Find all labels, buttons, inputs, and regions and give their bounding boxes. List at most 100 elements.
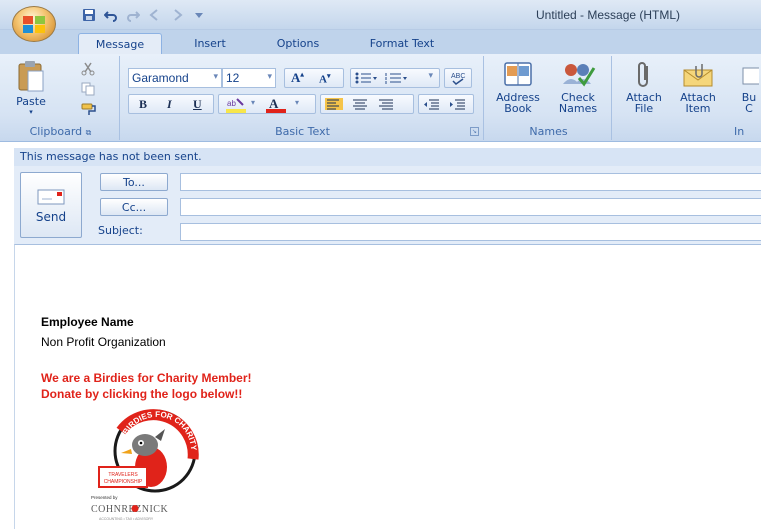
window-title: Untitled - Message (HTML)	[536, 8, 681, 22]
logo-sponsor: COHNREZNICK	[91, 504, 168, 515]
employee-name: Employee Name	[41, 315, 134, 329]
paste-button[interactable]: Paste ▾	[8, 60, 54, 118]
clipboard-group-label: Clipboard ⧉	[29, 125, 92, 138]
highlight-icon[interactable]: ab	[225, 97, 249, 113]
to-button[interactable]: To...	[100, 173, 168, 191]
numbering-icon[interactable]	[385, 72, 407, 84]
message-header: Send To... Cc... Subject:	[14, 166, 761, 244]
spelling-icon: ABC	[451, 73, 465, 85]
paperclip-icon	[638, 62, 648, 87]
check-names-icon	[563, 64, 596, 87]
font-name-value: Garamond	[132, 71, 189, 85]
tab-options[interactable]: Options	[264, 33, 332, 54]
underline-button[interactable]: U	[193, 97, 202, 112]
alignment-buttons	[320, 94, 414, 114]
paste-dropdown-arrow-icon[interactable]: ▾	[8, 107, 54, 118]
cc-button[interactable]: Cc...	[100, 198, 168, 216]
address-book-label-2: Book	[504, 102, 532, 115]
font-size-combo[interactable]: 12 ▾	[222, 68, 276, 88]
cut-icon[interactable]	[80, 62, 96, 76]
list-more-icon[interactable]: ▾	[428, 71, 433, 81]
previous-item-icon[interactable]	[148, 8, 162, 22]
business-card-icon	[742, 67, 761, 85]
align-center-icon[interactable]	[351, 98, 369, 110]
quick-access-toolbar	[82, 5, 206, 25]
increase-indent-icon[interactable]	[449, 98, 467, 110]
tab-insert[interactable]: Insert	[180, 33, 240, 54]
logo-presented-by: Presented by	[91, 495, 118, 500]
attach-item-icon	[683, 64, 713, 87]
basic-text-launcher-icon[interactable]: ↘	[470, 127, 479, 136]
svg-text:ab: ab	[227, 99, 236, 108]
names-group: Address Book Check Names Names	[486, 56, 612, 140]
font-color-icon[interactable]: A	[265, 97, 287, 113]
include-group: Attach File Attach Item Bu C In	[614, 56, 761, 140]
subject-label: Subject:	[98, 224, 143, 237]
ribbon: Paste ▾ Clipboard ⧉ Garamond ▾ 12 ▾ A▴ A…	[0, 54, 761, 142]
tab-format-text[interactable]: Format Text	[352, 33, 452, 54]
font-name-combo[interactable]: Garamond ▾	[128, 68, 222, 88]
font-size-dropdown-icon[interactable]: ▾	[267, 71, 272, 82]
align-right-icon[interactable]	[377, 98, 395, 110]
font-grow-shrink-buttons: A▴ A▾	[284, 68, 344, 88]
office-button[interactable]	[12, 6, 56, 42]
attach-item-label-2: Item	[685, 102, 711, 115]
svg-text:ABC: ABC	[451, 73, 465, 80]
send-icon	[37, 189, 65, 205]
font-name-dropdown-icon[interactable]: ▾	[213, 71, 218, 82]
attach-file-label-2: File	[634, 102, 654, 115]
bullets-icon[interactable]	[355, 72, 377, 84]
highlight-dropdown-icon[interactable]: ▾	[251, 98, 255, 107]
clipboard-group: Paste ▾ Clipboard ⧉	[2, 56, 120, 140]
copy-icon[interactable]	[80, 82, 96, 96]
include-group-label: In	[734, 125, 745, 138]
undo-icon[interactable]	[104, 8, 118, 22]
tab-message[interactable]: Message	[78, 33, 162, 54]
ribbon-tabs: Message Insert Options Format Text	[0, 30, 761, 54]
title-bar: Untitled - Message (HTML)	[0, 0, 761, 30]
paste-label: Paste	[16, 95, 46, 108]
redo-icon[interactable]	[126, 8, 140, 22]
grow-font-icon[interactable]: A▴	[291, 70, 304, 86]
format-painter-icon[interactable]	[80, 102, 98, 116]
styles-button[interactable]: ABC	[444, 68, 472, 88]
paste-icon	[18, 61, 44, 92]
attach-item-button[interactable]: Attach Item	[674, 60, 722, 114]
list-buttons: ▾	[350, 68, 440, 88]
customize-toolbar-icon[interactable]	[192, 8, 206, 22]
send-button[interactable]: Send	[20, 172, 82, 238]
business-card-label-2: C	[745, 102, 753, 114]
address-book-button[interactable]: Address Book	[490, 60, 546, 114]
organization-name: Non Profit Organization	[41, 335, 166, 349]
check-names-button[interactable]: Check Names	[550, 60, 606, 114]
check-names-label-2: Names	[558, 102, 598, 115]
office-logo-icon	[23, 16, 45, 33]
logo-banner-line1: TRAVELERS	[108, 472, 138, 478]
next-item-icon[interactable]	[170, 8, 184, 22]
subject-field[interactable]	[180, 223, 761, 241]
birdies-for-charity-logo[interactable]: BIRDIES FOR CHARITY TRAVELERS CHAMPIONSH…	[89, 405, 219, 525]
info-bar: This message has not been sent.	[14, 148, 761, 166]
attach-file-button[interactable]: Attach File	[622, 60, 666, 114]
font-size-value: 12	[226, 71, 240, 85]
send-label: Send	[35, 210, 67, 224]
italic-button[interactable]: I	[167, 97, 172, 112]
to-field[interactable]	[180, 173, 761, 191]
cc-field[interactable]	[180, 198, 761, 216]
address-book-icon	[504, 62, 532, 86]
save-icon[interactable]	[82, 8, 96, 22]
font-color-dropdown-icon[interactable]: ▾	[295, 98, 299, 107]
align-left-icon[interactable]	[325, 98, 343, 110]
bold-button[interactable]: B	[139, 97, 147, 112]
business-card-button[interactable]: Bu C	[736, 60, 761, 114]
decrease-indent-icon[interactable]	[423, 98, 441, 110]
logo-sponsor-sub: ACCOUNTING • TAX • ADVISORY	[99, 517, 154, 521]
clipboard-launcher-icon[interactable]: ⧉	[86, 128, 92, 137]
font-style-buttons: B I U	[128, 94, 214, 114]
member-line: We are a Birdies for Charity Member!	[41, 371, 252, 385]
svg-text:A: A	[269, 97, 279, 111]
message-body[interactable]: Employee Name Non Profit Organization We…	[14, 244, 761, 529]
names-group-label: Names	[529, 125, 568, 138]
indent-buttons	[418, 94, 474, 114]
shrink-font-icon[interactable]: A▾	[319, 72, 330, 86]
